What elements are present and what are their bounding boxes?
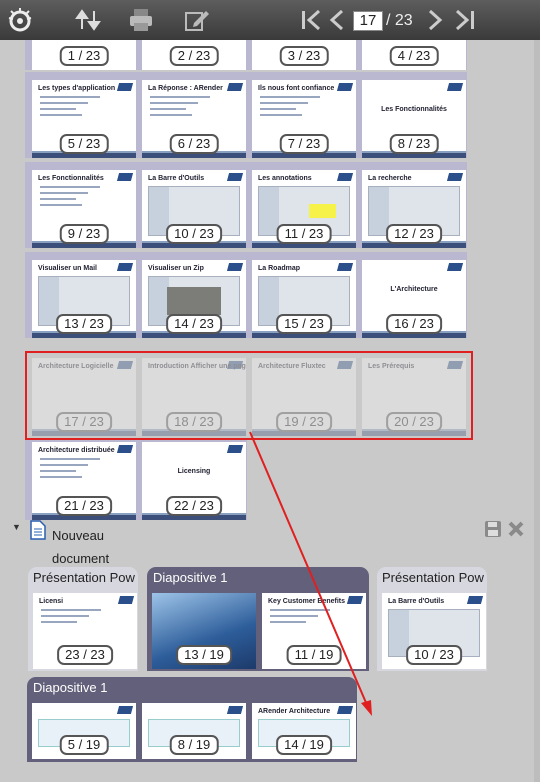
drag-arrow <box>249 431 372 716</box>
